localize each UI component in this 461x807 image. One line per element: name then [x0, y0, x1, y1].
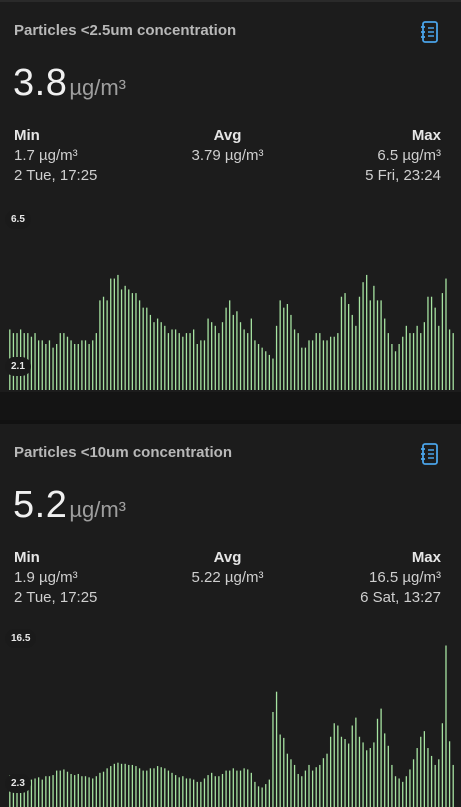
- current-unit: µg/m³: [69, 75, 127, 100]
- max-time: 6 Sat, 13:27: [360, 589, 441, 606]
- min-time: 2 Tue, 17:25: [14, 167, 98, 184]
- max-stat: Max 6.5 µg/m³ 5 Fri, 23:24: [365, 126, 441, 186]
- min-value: 1.9 µg/m³: [14, 569, 78, 586]
- max-stat: Max 16.5 µg/m³ 6 Sat, 13:27: [360, 548, 441, 608]
- avg-label: Avg: [213, 549, 242, 566]
- card-title: Particles <10um concentration: [14, 444, 232, 461]
- avg-label: Avg: [213, 127, 242, 144]
- notebook-icon[interactable]: [419, 442, 441, 466]
- stats-row: Min 1.7 µg/m³ 2 Tue, 17:25 Avg 3.79 µg/m…: [14, 126, 441, 186]
- avg-stat: Avg 3.79 µg/m³: [191, 126, 263, 166]
- max-label: Max: [411, 127, 441, 144]
- y-min-label: 2.3: [5, 774, 31, 793]
- current-value-row: 3.8µg/m³: [13, 62, 126, 105]
- history-chart-svg: [9, 274, 454, 390]
- avg-value: 3.79 µg/m³: [191, 147, 264, 164]
- y-max-label: 6.5: [5, 210, 31, 229]
- max-value: 6.5 µg/m³: [377, 147, 441, 164]
- history-chart[interactable]: 16.5 2.3: [0, 629, 461, 807]
- card-title: Particles <2.5um concentration: [14, 22, 237, 39]
- min-time: 2 Tue, 17:25: [14, 589, 98, 606]
- pm10-card[interactable]: Particles <10um concentration 5.2µg/m³ M…: [0, 424, 461, 807]
- min-label: Min: [14, 549, 40, 566]
- current-value-row: 5.2µg/m³: [13, 484, 126, 527]
- current-unit: µg/m³: [69, 497, 127, 522]
- y-max-label: 16.5: [5, 629, 37, 648]
- max-value: 16.5 µg/m³: [368, 569, 441, 586]
- chart-footer: [0, 392, 461, 420]
- notebook-icon[interactable]: [419, 20, 441, 44]
- avg-value: 5.22 µg/m³: [191, 569, 264, 586]
- max-label: Max: [411, 549, 441, 566]
- history-chart-svg: [9, 645, 454, 807]
- avg-stat: Avg 5.22 µg/m³: [191, 548, 263, 588]
- pm25-card[interactable]: Particles <2.5um concentration 3.8µg/m³ …: [0, 0, 461, 420]
- history-chart[interactable]: 6.5 2.1: [0, 202, 461, 392]
- current-value: 3.8: [13, 62, 68, 104]
- stats-row: Min 1.9 µg/m³ 2 Tue, 17:25 Avg 5.22 µg/m…: [14, 548, 441, 608]
- y-min-label: 2.1: [5, 357, 31, 376]
- max-time: 5 Fri, 23:24: [365, 167, 441, 184]
- min-value: 1.7 µg/m³: [14, 147, 78, 164]
- min-stat: Min 1.9 µg/m³ 2 Tue, 17:25: [14, 548, 97, 608]
- min-stat: Min 1.7 µg/m³ 2 Tue, 17:25: [14, 126, 97, 186]
- min-label: Min: [14, 127, 40, 144]
- current-value: 5.2: [13, 484, 68, 526]
